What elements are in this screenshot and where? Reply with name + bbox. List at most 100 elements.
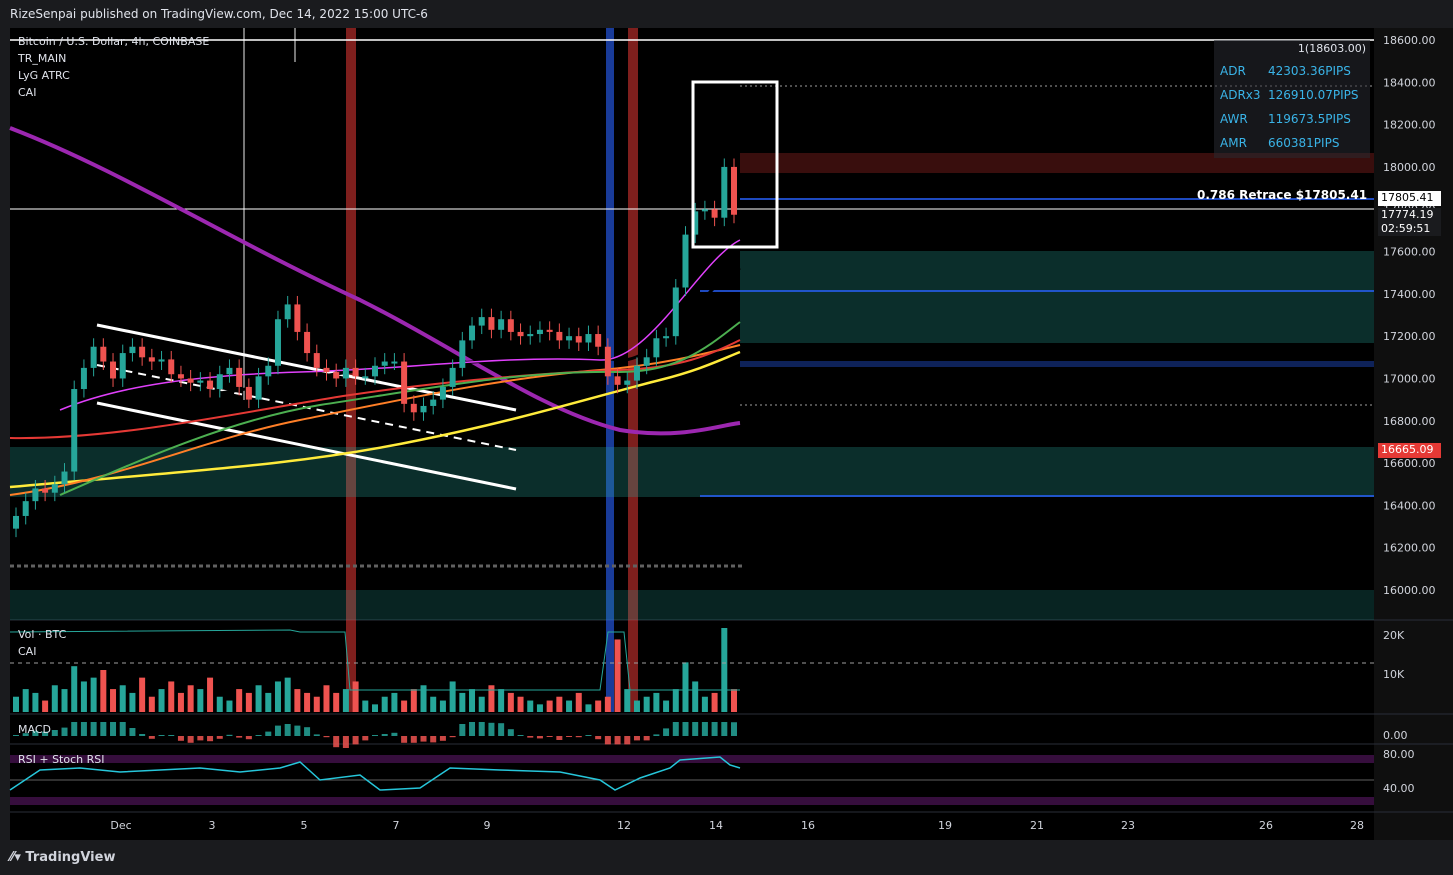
macd-histogram-bar bbox=[731, 722, 737, 736]
legend-macd[interactable]: MACD bbox=[18, 723, 51, 736]
legend-cai[interactable]: CAI bbox=[18, 86, 36, 99]
volume-bar bbox=[226, 700, 233, 712]
macd-histogram-bar bbox=[449, 736, 456, 738]
macd-histogram-bar bbox=[614, 736, 621, 745]
legend-volume[interactable]: Vol · BTC bbox=[18, 628, 66, 641]
volume-bar bbox=[90, 677, 97, 712]
macd-histogram-bar bbox=[381, 734, 388, 736]
volume-bar bbox=[575, 692, 582, 712]
volume-bar bbox=[333, 692, 340, 712]
volume-bar bbox=[517, 696, 524, 712]
volume-bar bbox=[119, 685, 126, 712]
candle-body bbox=[119, 353, 126, 379]
volume-bar bbox=[643, 696, 650, 712]
candle-body bbox=[32, 488, 39, 502]
tradingview-logo[interactable]: ⁄⁄▾ TradingView bbox=[10, 850, 115, 865]
macd-histogram-bar bbox=[595, 736, 602, 740]
candle-body bbox=[430, 399, 437, 406]
time-tick-label: 5 bbox=[301, 819, 308, 832]
price-tick-label: 18000.00 bbox=[1383, 161, 1436, 174]
macd-histogram-bar bbox=[633, 736, 640, 741]
legend-volume-cai[interactable]: CAI bbox=[18, 645, 36, 658]
candle-body bbox=[701, 209, 708, 212]
macd-histogram-bar bbox=[90, 722, 97, 736]
candle-body bbox=[265, 365, 272, 377]
candle-body bbox=[536, 329, 543, 335]
volume-bar bbox=[692, 681, 699, 712]
macd-histogram-bar bbox=[439, 736, 446, 741]
volume-bar bbox=[51, 685, 58, 712]
candle-body bbox=[566, 336, 573, 341]
candle-body bbox=[604, 346, 611, 377]
stats-header: 1(18603.00) bbox=[1297, 42, 1366, 55]
volume-bar bbox=[595, 700, 602, 712]
candle-body bbox=[478, 317, 485, 326]
candle-body bbox=[207, 380, 214, 390]
candle-body bbox=[391, 361, 398, 364]
macd-histogram-bar bbox=[265, 731, 272, 736]
candle-body bbox=[187, 378, 194, 383]
candle-body bbox=[614, 376, 621, 385]
candle-body bbox=[148, 357, 155, 362]
macd-histogram-bar bbox=[692, 722, 699, 736]
macd-histogram-bar bbox=[459, 724, 466, 736]
candle-body bbox=[585, 334, 592, 343]
candle-body bbox=[362, 376, 369, 379]
time-tick-label: 28 bbox=[1350, 819, 1364, 832]
volume-bar bbox=[507, 692, 514, 712]
volume-layer bbox=[9, 628, 1374, 712]
macd-histogram-bar bbox=[313, 734, 320, 736]
volume-bar bbox=[168, 681, 175, 712]
volume-bar bbox=[420, 685, 427, 712]
macd-histogram-bar bbox=[711, 722, 718, 736]
time-tick-label: 3 bbox=[209, 819, 216, 832]
last-price: 17774.19 bbox=[1381, 208, 1434, 221]
volume-bar bbox=[245, 692, 252, 712]
legend-main-symbol[interactable]: Bitcoin / U.S. Dollar, 4h, COINBASE bbox=[18, 35, 209, 48]
candle-body bbox=[507, 319, 514, 332]
macd-histogram-bar bbox=[643, 736, 650, 741]
legend-tr-main[interactable]: TR_MAIN bbox=[18, 52, 66, 65]
candle-body bbox=[459, 340, 466, 368]
time-tick-label: 14 bbox=[709, 819, 723, 832]
volume-bar bbox=[624, 689, 631, 712]
candle-body bbox=[517, 331, 524, 337]
stat-value: 119673.5PIPS bbox=[1268, 112, 1351, 126]
candle-body bbox=[469, 325, 476, 341]
footer-bar: ⁄⁄▾ TradingView bbox=[0, 840, 1453, 875]
macd-histogram-bar bbox=[304, 727, 311, 736]
volume-bar bbox=[187, 685, 194, 712]
macd-histogram-bar bbox=[488, 722, 495, 736]
macd-histogram-bar bbox=[245, 736, 252, 740]
volume-bar bbox=[207, 677, 214, 712]
volume-bar bbox=[313, 696, 320, 712]
macd-histogram-bar bbox=[663, 728, 670, 736]
macd-histogram-bar bbox=[255, 735, 262, 736]
macd-histogram-bar bbox=[478, 722, 485, 736]
candle-body bbox=[216, 374, 223, 390]
candle-body bbox=[42, 488, 49, 493]
candle-body bbox=[22, 501, 29, 516]
macd-histogram-bar bbox=[362, 736, 369, 741]
macd-histogram-bar bbox=[110, 722, 117, 736]
volume-bar bbox=[304, 692, 311, 712]
volume-bar bbox=[391, 692, 398, 712]
macd-histogram-bar bbox=[430, 736, 437, 743]
candle-body bbox=[352, 367, 359, 377]
volume-bar bbox=[439, 700, 446, 712]
candle-body bbox=[711, 209, 718, 218]
volume-bar bbox=[197, 689, 204, 712]
volume-bar bbox=[410, 689, 417, 712]
price-tick-label: 17200.00 bbox=[1383, 330, 1436, 343]
legend-rsi[interactable]: RSI + Stoch RSI bbox=[18, 753, 105, 766]
macd-histogram-bar bbox=[197, 736, 204, 741]
macd-histogram-bar bbox=[575, 736, 582, 738]
stat-row-amr: AMR 660381PIPS bbox=[1220, 136, 1339, 150]
legend-lyg-atrc[interactable]: LyG ATRC bbox=[18, 69, 70, 82]
price-tick-label: 16200.00 bbox=[1383, 542, 1436, 555]
time-tick-label: 21 bbox=[1030, 819, 1044, 832]
price-tick-label: 16400.00 bbox=[1383, 499, 1436, 512]
candle-body bbox=[527, 334, 534, 337]
subpane-tick-label: 80.00 bbox=[1383, 748, 1415, 761]
price-tick-label: 18600.00 bbox=[1383, 34, 1436, 47]
